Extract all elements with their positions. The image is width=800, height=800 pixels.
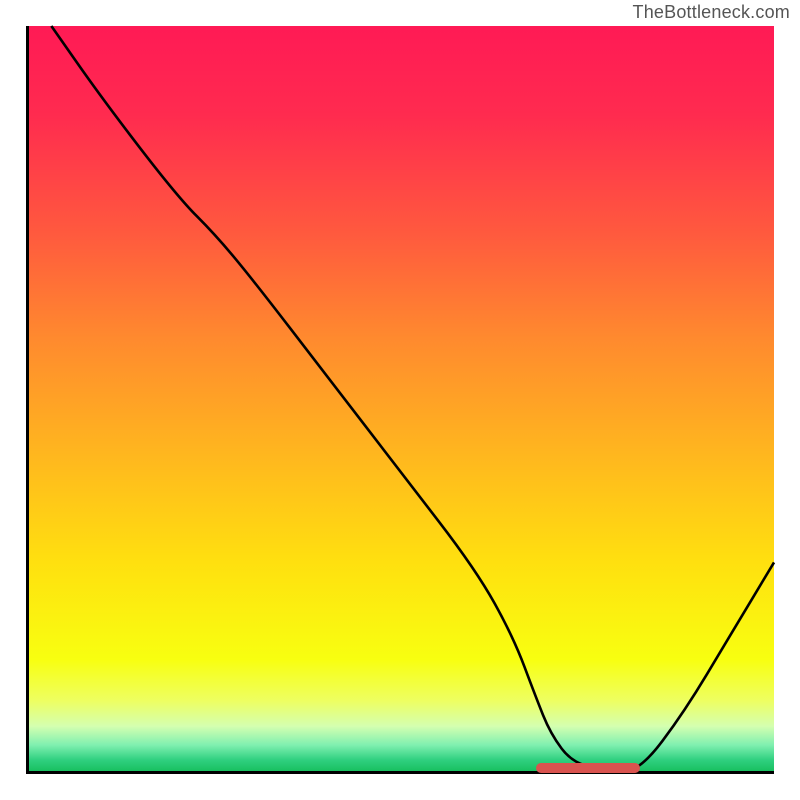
chart-curve [29,26,774,771]
bottleneck-curve-path [51,26,774,771]
watermark-text: TheBottleneck.com [633,2,790,23]
chart-plot-area [26,26,774,774]
optimal-range-marker [536,763,640,773]
